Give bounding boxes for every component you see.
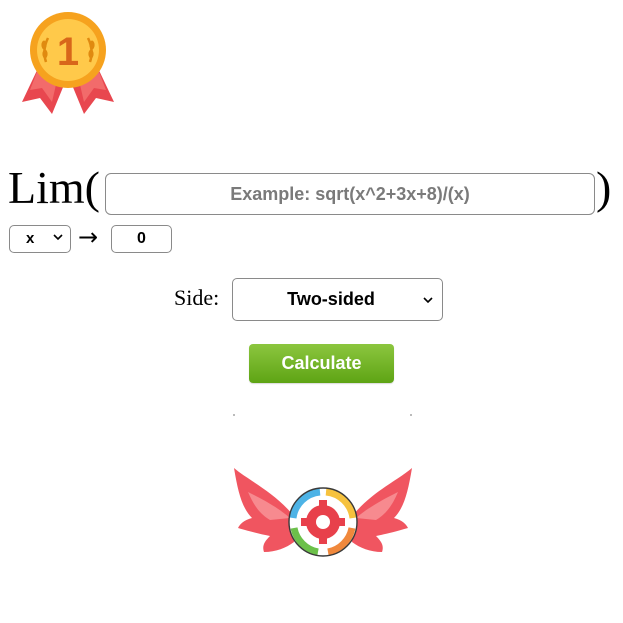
side-select[interactable]: Two-sided — [232, 278, 443, 321]
winged-gear-cycle-icon — [234, 468, 412, 557]
medal-icon: 1 — [22, 12, 114, 114]
variable-select[interactable]: x — [9, 225, 71, 253]
lim-label: Lim( — [8, 162, 100, 213]
closing-parenthesis: ) — [596, 162, 612, 213]
approach-value-input[interactable] — [111, 225, 172, 253]
medal-number: 1 — [57, 30, 79, 74]
side-selected: Two-sided — [287, 289, 375, 309]
divider-dot — [410, 414, 412, 416]
chevron-down-icon — [423, 297, 433, 304]
side-label: Side: — [174, 285, 220, 310]
approaches-arrow: → — [78, 223, 99, 251]
calculate-button[interactable]: Calculate — [249, 344, 394, 383]
divider-dot — [233, 414, 235, 416]
variable-selected: x — [26, 230, 35, 247]
chevron-down-icon — [53, 234, 63, 241]
expression-input[interactable] — [105, 173, 595, 215]
